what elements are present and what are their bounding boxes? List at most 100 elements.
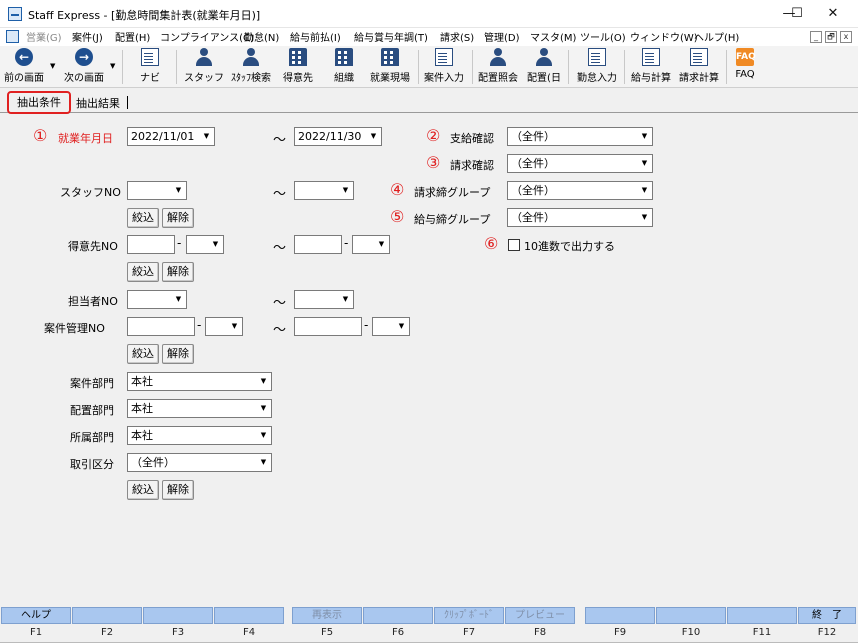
chevron-down-icon[interactable]: ▼ [256, 454, 271, 471]
bill-group-select[interactable]: （全件） ▼ [507, 181, 653, 200]
client-no-from-input[interactable] [127, 235, 175, 254]
chevron-down-icon[interactable]: ▼ [374, 236, 389, 253]
menu-placement[interactable]: 配置(H) [115, 29, 150, 44]
menu-case[interactable]: 案件(J) [72, 29, 103, 44]
case-no-from-branch-select[interactable]: ▼ [205, 317, 243, 336]
case-no-from-input[interactable] [127, 317, 195, 336]
f11-button[interactable] [727, 607, 797, 624]
chevron-down-icon[interactable]: ▼ [637, 128, 652, 145]
chevron-down-icon[interactable]: ▼ [227, 318, 242, 335]
chevron-down-icon[interactable]: ▼ [366, 128, 381, 145]
chevron-down-icon[interactable]: ▼ [338, 291, 353, 308]
mdi-close-button[interactable]: x [840, 31, 852, 43]
case-dept-select[interactable]: 本社 ▼ [127, 372, 272, 391]
f9-button[interactable] [585, 607, 655, 624]
staff-clear-button[interactable]: 解除 [162, 208, 194, 228]
f1-help-button[interactable]: ヘルプ [1, 607, 71, 624]
chevron-down-icon[interactable]: ▼ [256, 400, 271, 417]
next-dropdown-icon[interactable]: ▼ [110, 62, 115, 70]
staff-narrow-button[interactable]: 絞込 [127, 208, 159, 228]
bill-confirm-select[interactable]: （全件） ▼ [507, 154, 653, 173]
chevron-down-icon[interactable]: ▼ [637, 182, 652, 199]
chevron-down-icon[interactable]: ▼ [256, 427, 271, 444]
manager-no-from-select[interactable]: ▼ [127, 290, 187, 309]
f5-refresh-button[interactable]: 再表示 [292, 607, 362, 624]
dept-clear-button[interactable]: 解除 [162, 480, 194, 500]
menu-attendance[interactable]: 勤怠(N) [244, 29, 279, 44]
faq-button[interactable]: FAQ FAQ [730, 48, 760, 80]
work-date-to-field[interactable]: 2022/11/30 ▼ [294, 127, 382, 146]
menu-admin[interactable]: 管理(D) [484, 29, 520, 44]
menu-help[interactable]: ヘルプ(H) [694, 29, 739, 44]
case-no-to-input[interactable] [294, 317, 362, 336]
client-clear-button[interactable]: 解除 [162, 262, 194, 282]
f4-button[interactable] [214, 607, 284, 624]
site-button[interactable]: 就業現場 [368, 48, 412, 84]
manager-no-to-select[interactable]: ▼ [294, 290, 354, 309]
staff-no-label: スタッフNO [60, 186, 121, 199]
f12-exit-button[interactable]: 終 了 [798, 607, 856, 624]
belong-dept-select[interactable]: 本社 ▼ [127, 426, 272, 445]
next-button[interactable]: → 次の画面 [60, 48, 108, 84]
menu-payroll[interactable]: 給与賞与年調(T) [354, 29, 428, 44]
menu-billing[interactable]: 請求(S) [440, 29, 474, 44]
f6-button[interactable] [363, 607, 433, 624]
mdi-minimize-button[interactable]: _ [810, 31, 822, 43]
back-dropdown-icon[interactable]: ▼ [50, 62, 55, 70]
mdi-restore-button[interactable]: 🗗 [825, 31, 837, 43]
client-narrow-button[interactable]: 絞込 [127, 262, 159, 282]
attendance-input-button[interactable]: 勤怠入力 [574, 48, 620, 84]
case-no-to-branch-select[interactable]: ▼ [372, 317, 410, 336]
case-clear-button[interactable]: 解除 [162, 344, 194, 364]
f10-button[interactable] [656, 607, 726, 624]
chevron-down-icon[interactable]: ▼ [208, 236, 223, 253]
chevron-down-icon[interactable]: ▼ [338, 182, 353, 199]
staff-no-to-select[interactable]: ▼ [294, 181, 354, 200]
staff-button[interactable]: スタッフ [184, 48, 224, 84]
chevron-down-icon[interactable]: ▼ [256, 373, 271, 390]
pay-group-select[interactable]: （全件） ▼ [507, 208, 653, 227]
chevron-down-icon[interactable]: ▼ [637, 209, 652, 226]
back-button[interactable]: ← 前の画面 [2, 48, 46, 84]
work-date-from-field[interactable]: 2022/11/01 ▼ [127, 127, 215, 146]
f2-button[interactable] [72, 607, 142, 624]
payroll-calc-button[interactable]: 給与計算 [628, 48, 674, 84]
case-narrow-button[interactable]: 絞込 [127, 344, 159, 364]
trade-type-select[interactable]: （全件） ▼ [127, 453, 272, 472]
client-button[interactable]: 得意先 [280, 48, 316, 84]
close-button[interactable]: ✕ [810, 0, 856, 28]
menu-master[interactable]: マスタ(M) [530, 29, 576, 44]
navi-button[interactable]: ナビ [132, 48, 168, 84]
chevron-down-icon[interactable]: ▼ [394, 318, 409, 335]
menu-compliance[interactable]: コンプライアンス(C) [160, 29, 254, 44]
placement-day-button[interactable]: 配置(日 [524, 48, 564, 84]
placement-inquiry-button[interactable]: 配置照会 [476, 48, 520, 84]
case-dept-label: 案件部門 [70, 377, 114, 390]
billing-calc-button[interactable]: 請求計算 [676, 48, 722, 84]
chevron-down-icon[interactable]: ▼ [637, 155, 652, 172]
case-input-button[interactable]: 案件入力 [422, 48, 466, 84]
f8-preview-button[interactable]: プレビュー [505, 607, 575, 624]
chevron-down-icon[interactable]: ▼ [199, 128, 214, 145]
menu-advance-pay[interactable]: 給与前払(I) [290, 29, 341, 44]
client-no-from-branch-select[interactable]: ▼ [186, 235, 224, 254]
tab-extract-results[interactable]: 抽出結果 [76, 95, 120, 111]
menu-window[interactable]: ウィンドウ(W) [630, 29, 698, 44]
dept-narrow-button[interactable]: 絞込 [127, 480, 159, 500]
menu-tools[interactable]: ツール(O) [580, 29, 626, 44]
chevron-down-icon[interactable]: ▼ [171, 182, 186, 199]
chevron-down-icon[interactable]: ▼ [171, 291, 186, 308]
staff-search-button[interactable]: ｽﾀｯﾌ検索 [228, 48, 274, 84]
tab-extract-conditions[interactable]: 抽出条件 [7, 91, 71, 114]
pay-confirm-select[interactable]: （全件） ▼ [507, 127, 653, 146]
client-no-to-input[interactable] [294, 235, 342, 254]
f7-clipboard-button[interactable]: ｸﾘｯﾌﾟﾎﾞｰﾄﾞ [434, 607, 504, 624]
f3-button[interactable] [143, 607, 213, 624]
decimal-output-checkbox[interactable] [508, 239, 520, 251]
org-button[interactable]: 組織 [326, 48, 362, 84]
menu-sales[interactable]: 営業(G) [26, 29, 62, 44]
staff-no-from-select[interactable]: ▼ [127, 181, 187, 200]
client-no-to-branch-select[interactable]: ▼ [352, 235, 390, 254]
document-icon[interactable] [6, 30, 19, 43]
place-dept-select[interactable]: 本社 ▼ [127, 399, 272, 418]
